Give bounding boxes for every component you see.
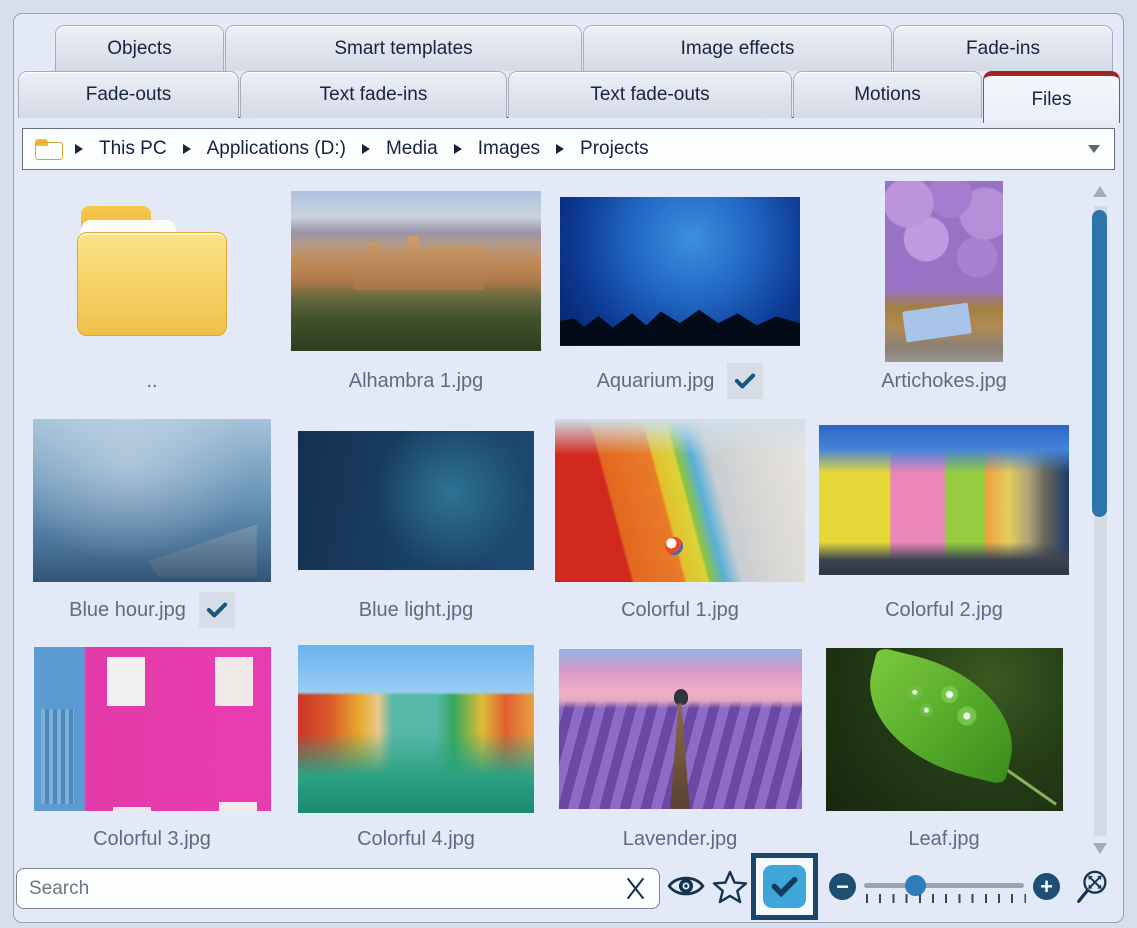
thumbnail-leaf[interactable] bbox=[826, 648, 1063, 811]
thumbnail-size-slider bbox=[860, 862, 1028, 908]
file-name: Colorful 3.jpg bbox=[93, 828, 211, 851]
tab-objects[interactable]: Objects bbox=[55, 25, 224, 71]
tab-fade-ins[interactable]: Fade-ins bbox=[893, 25, 1113, 71]
file-item-alhambra[interactable]: Alhambra 1.jpg bbox=[284, 178, 548, 398]
breadcrumb-item-drive[interactable]: Applications (D:) bbox=[207, 138, 346, 160]
selected-check-badge[interactable] bbox=[727, 363, 763, 399]
file-item-colorful-3[interactable]: Colorful 3.jpg bbox=[20, 636, 284, 856]
breadcrumb-arrow-icon bbox=[362, 144, 370, 154]
parent-folder-icon[interactable] bbox=[77, 206, 227, 336]
check-icon bbox=[763, 865, 806, 908]
file-item-aquarium[interactable]: Aquarium.jpg bbox=[548, 178, 812, 398]
file-item-blue-hour[interactable]: Blue hour.jpg bbox=[20, 407, 284, 627]
browser-panel: Objects Smart templates Image effects Fa… bbox=[13, 13, 1124, 923]
file-item-colorful-1[interactable]: Colorful 1.jpg bbox=[548, 407, 812, 627]
tab-smart-templates[interactable]: Smart templates bbox=[225, 25, 582, 71]
file-name: Aquarium.jpg bbox=[597, 370, 715, 393]
file-item-colorful-2[interactable]: Colorful 2.jpg bbox=[812, 407, 1076, 627]
zoom-fit-icon[interactable] bbox=[1074, 868, 1112, 906]
breadcrumb-dropdown-icon[interactable] bbox=[1088, 145, 1100, 153]
clear-search-icon[interactable] bbox=[622, 875, 649, 902]
file-item-colorful-4[interactable]: Colorful 4.jpg bbox=[284, 636, 548, 856]
file-item-parent-folder[interactable]: .. bbox=[20, 178, 284, 398]
file-name: Colorful 1.jpg bbox=[621, 599, 739, 622]
file-grid: .. Alhambra 1.jpg Aquarium.jpg Artichoke… bbox=[20, 178, 1084, 856]
file-item-blue-light[interactable]: Blue light.jpg bbox=[284, 407, 548, 627]
tab-fade-outs[interactable]: Fade-outs bbox=[18, 71, 239, 118]
scrollbar-thumb[interactable] bbox=[1092, 210, 1107, 517]
slider-ticks bbox=[866, 894, 1026, 903]
thumbnail-alhambra[interactable] bbox=[291, 191, 541, 351]
breadcrumb-arrow-icon bbox=[75, 144, 83, 154]
zoom-in-button[interactable]: + bbox=[1033, 873, 1060, 900]
breadcrumb-arrow-icon bbox=[556, 144, 564, 154]
breadcrumb-arrow-icon bbox=[183, 144, 191, 154]
breadcrumb-item-images[interactable]: Images bbox=[478, 138, 540, 160]
tab-text-fade-outs[interactable]: Text fade-outs bbox=[508, 71, 792, 118]
file-name: Leaf.jpg bbox=[908, 828, 979, 851]
thumbnail-colorful-4[interactable] bbox=[298, 645, 534, 813]
thumbnail-colorful-2[interactable] bbox=[819, 425, 1069, 575]
file-item-leaf[interactable]: Leaf.jpg bbox=[812, 636, 1076, 856]
check-filter-button[interactable] bbox=[751, 853, 818, 920]
star-icon[interactable] bbox=[711, 869, 749, 905]
breadcrumb-item-this-pc[interactable]: This PC bbox=[99, 138, 167, 160]
breadcrumb: This PC Applications (D:) Media Images P… bbox=[22, 128, 1115, 170]
slider-thumb[interactable] bbox=[905, 875, 926, 896]
tab-image-effects[interactable]: Image effects bbox=[583, 25, 892, 71]
slider-track[interactable] bbox=[864, 883, 1024, 888]
tab-motions[interactable]: Motions bbox=[793, 71, 982, 118]
thumbnail-colorful-1[interactable] bbox=[555, 419, 805, 582]
breadcrumb-arrow-icon bbox=[454, 144, 462, 154]
file-name: Artichokes.jpg bbox=[881, 370, 1007, 393]
thumbnail-aquarium[interactable] bbox=[560, 197, 800, 346]
thumbnail-blue-light[interactable] bbox=[298, 431, 534, 570]
file-name: Blue hour.jpg bbox=[69, 599, 186, 622]
eye-icon[interactable] bbox=[666, 871, 706, 901]
scroll-up-icon[interactable] bbox=[1093, 186, 1107, 197]
file-name: Colorful 4.jpg bbox=[357, 828, 475, 851]
file-name: Blue light.jpg bbox=[359, 599, 474, 622]
scroll-down-icon[interactable] bbox=[1093, 843, 1107, 854]
vertical-scrollbar bbox=[1092, 178, 1108, 860]
folder-icon bbox=[35, 139, 63, 160]
thumbnail-blue-hour[interactable] bbox=[33, 419, 271, 582]
search-box bbox=[16, 868, 660, 909]
file-name: Lavender.jpg bbox=[623, 828, 738, 851]
thumbnail-lavender[interactable] bbox=[559, 649, 802, 809]
file-browser-screen: { "tabs": { "row1": [ {"label": "Objects… bbox=[0, 0, 1137, 928]
bottom-toolbar: − + bbox=[14, 862, 1123, 920]
file-item-artichokes[interactable]: Artichokes.jpg bbox=[812, 178, 1076, 398]
tab-files[interactable]: Files bbox=[983, 71, 1120, 123]
file-name: Alhambra 1.jpg bbox=[349, 370, 484, 393]
thumbnail-artichokes[interactable] bbox=[885, 181, 1003, 362]
thumbnail-colorful-3[interactable] bbox=[34, 647, 271, 811]
file-item-lavender[interactable]: Lavender.jpg bbox=[548, 636, 812, 856]
zoom-out-button[interactable]: − bbox=[829, 873, 856, 900]
selected-check-badge[interactable] bbox=[199, 592, 235, 628]
search-input[interactable] bbox=[17, 878, 618, 900]
tab-text-fade-ins[interactable]: Text fade-ins bbox=[240, 71, 507, 118]
file-name: Colorful 2.jpg bbox=[885, 599, 1003, 622]
breadcrumb-item-projects[interactable]: Projects bbox=[580, 138, 649, 160]
file-name: .. bbox=[146, 370, 157, 393]
breadcrumb-item-media[interactable]: Media bbox=[386, 138, 438, 160]
